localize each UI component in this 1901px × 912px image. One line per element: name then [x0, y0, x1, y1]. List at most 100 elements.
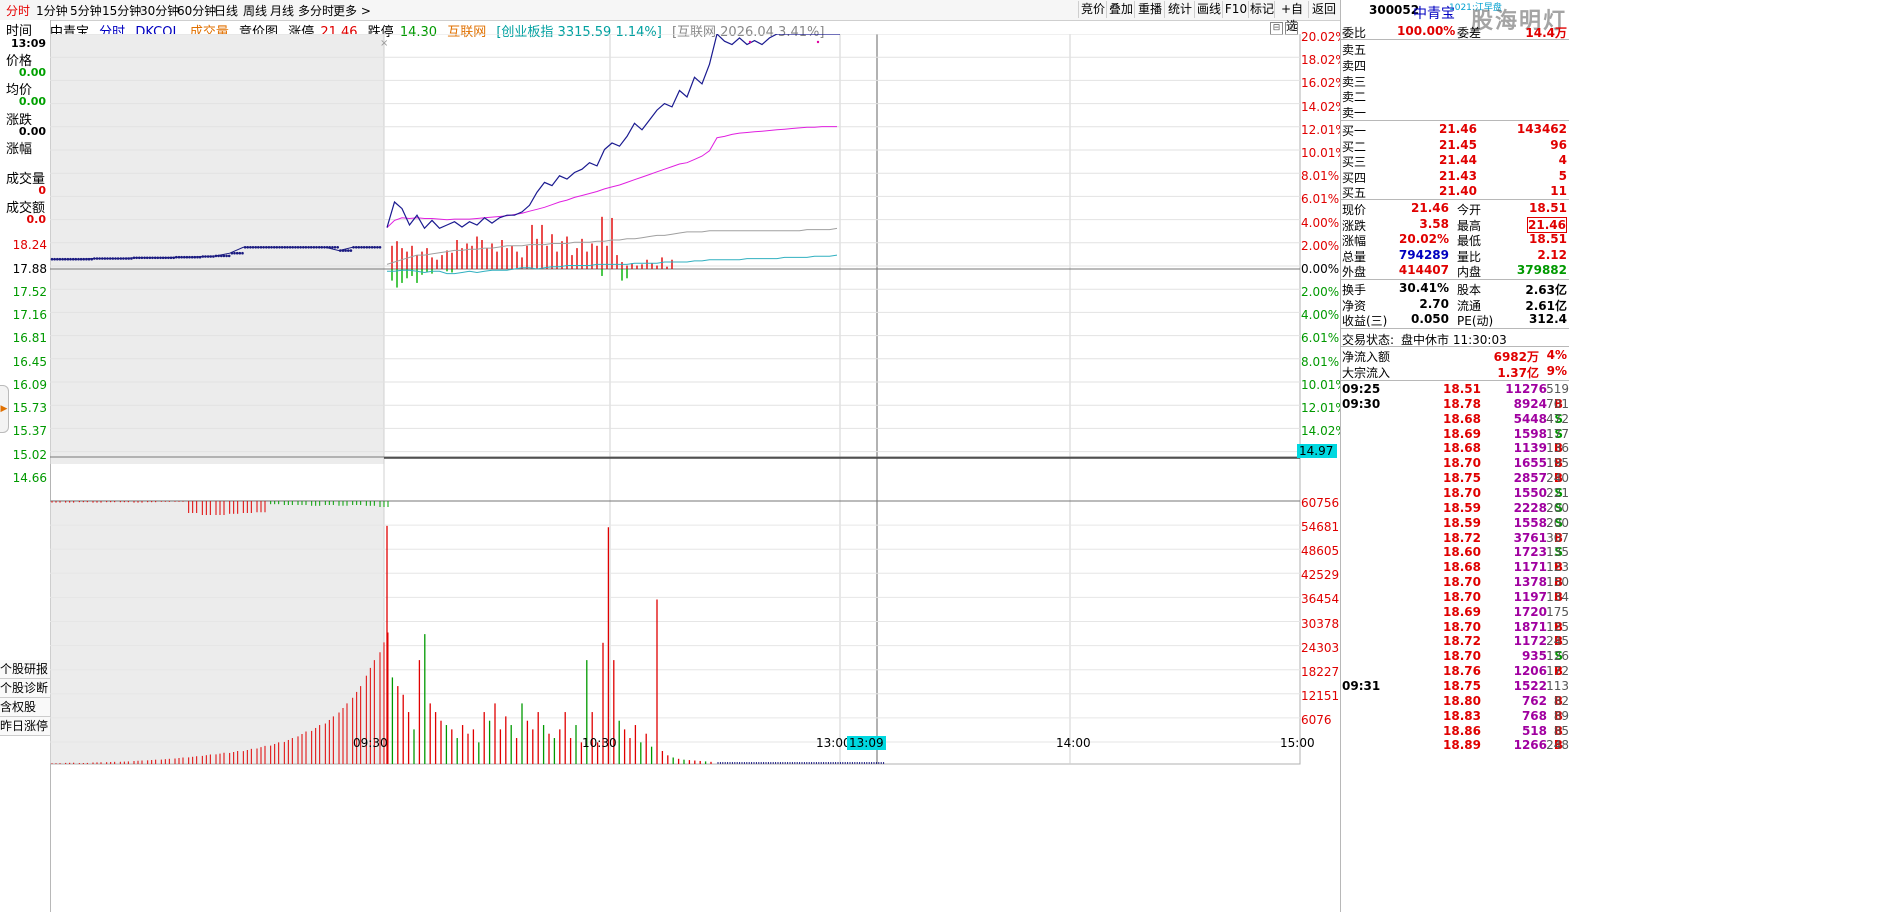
toolbar-button-4[interactable]: 画线	[1194, 1, 1223, 18]
period-tab-6[interactable]: 日线	[214, 2, 238, 19]
tick-row[interactable]: 18.69 1720 175	[1341, 605, 1569, 620]
auction-price-point	[153, 256, 157, 260]
auction-price-point	[204, 255, 207, 258]
flow-pct: 9%	[1546, 363, 1567, 378]
auction-price-point	[294, 246, 297, 249]
tick-row[interactable]: 18.60 1723 S 135	[1341, 545, 1569, 560]
tick-row[interactable]: 18.70 1655 B 195	[1341, 456, 1569, 471]
tick-price: 18.70	[1443, 456, 1481, 471]
pct-tick: 2.00%	[1301, 238, 1340, 253]
auction-price-point	[227, 254, 231, 258]
toolbar-button-2[interactable]: 重播	[1134, 1, 1165, 18]
toolbar-button-8[interactable]: 返回	[1308, 1, 1339, 18]
period-tab-10[interactable]: 更多 >	[333, 2, 371, 19]
auction-price-point	[354, 246, 358, 249]
stat-value: 20.02%	[1399, 232, 1449, 247]
auction-price-point	[130, 257, 133, 260]
auction-price-point	[315, 246, 318, 249]
tick-price: 18.83	[1443, 708, 1481, 723]
collapse-handle[interactable]: ▶	[0, 385, 9, 433]
ask-row: 卖二	[1341, 88, 1569, 104]
crosshair-info-column: 时间 13:09 价格 0.00 均价 0.00 涨跌 0.00 涨幅 成交量 …	[0, 20, 51, 912]
volume-tick: 18227	[1301, 664, 1340, 679]
auction-close-icon[interactable]: ×	[380, 38, 388, 49]
auction-price-point	[333, 246, 337, 249]
auction-price-point	[71, 257, 75, 261]
tick-row[interactable]: 18.68 1139 B 136	[1341, 441, 1569, 456]
toolbar-button-1[interactable]: 叠加	[1106, 1, 1135, 18]
tick-count: 82	[1553, 693, 1569, 708]
toolbar-button-6[interactable]: 标记	[1248, 1, 1275, 18]
side-button-1[interactable]: 个股诊断	[0, 679, 50, 698]
auction-price-point	[288, 246, 292, 249]
auction-price-point	[339, 249, 342, 252]
side-button-3[interactable]: 昨日涨停	[0, 717, 50, 736]
tick-row[interactable]: 18.70 1197 B 134	[1341, 590, 1569, 605]
price-tick: 14.66	[12, 471, 47, 485]
period-tab-0[interactable]: 分时	[6, 2, 30, 19]
period-tab-5[interactable]: 60分钟	[177, 2, 216, 19]
tick-row[interactable]: 09:30 18.78 8924 B 701	[1341, 397, 1569, 412]
volume-tick: 54681	[1301, 520, 1340, 535]
bid-price: 21.46	[1439, 122, 1477, 136]
tick-row[interactable]: 18.76 1206 B 172	[1341, 664, 1569, 679]
auction-price-point	[331, 246, 334, 249]
tick-price: 18.80	[1443, 693, 1481, 708]
period-tab-1[interactable]: 1分钟	[36, 2, 68, 19]
intraday-chart[interactable]: ×	[50, 34, 1340, 898]
tick-price: 18.59	[1443, 515, 1481, 530]
auction-price-point	[185, 255, 189, 259]
price-tick: 15.37	[12, 424, 47, 438]
period-tab-9[interactable]: 多分时	[298, 2, 334, 19]
limit-marker	[816, 40, 820, 44]
toolbar-button-5[interactable]: F10	[1222, 1, 1249, 18]
pct-tick: 6.01%	[1301, 192, 1340, 207]
tick-row[interactable]: 18.80 762 B 82	[1341, 694, 1569, 709]
auction-price-point	[122, 257, 125, 260]
period-tab-4[interactable]: 30分钟	[140, 2, 179, 19]
period-tab-7[interactable]: 周线	[243, 2, 267, 19]
auction-price-point	[302, 246, 305, 249]
tick-row[interactable]: 18.59 2228 S 200	[1341, 501, 1569, 516]
bid-label: 买四	[1342, 170, 1367, 185]
pct-label: 涨幅	[6, 142, 33, 157]
tick-row[interactable]: 18.83 768 B 89	[1341, 709, 1569, 724]
tick-row[interactable]: 18.68 5448 S 472	[1341, 412, 1569, 427]
auction-price-point	[272, 246, 276, 249]
tick-row[interactable]: 18.75 2857 B 240	[1341, 471, 1569, 486]
tick-count: 701	[1546, 396, 1569, 411]
tick-row[interactable]: 18.69 1598 S 177	[1341, 427, 1569, 442]
period-tab-8[interactable]: 月线	[270, 2, 294, 19]
tick-row[interactable]: 18.59 1558 S 200	[1341, 516, 1569, 531]
ask-row: 卖三	[1341, 73, 1569, 89]
tick-row[interactable]: 09:25 18.51 11276 519	[1341, 382, 1569, 397]
toolbar-button-7[interactable]: +自选	[1274, 1, 1309, 33]
side-button-2[interactable]: 含权股	[0, 698, 50, 717]
tick-count: 150	[1546, 575, 1569, 590]
price-tick: 15.02	[12, 448, 47, 462]
tick-row[interactable]: 18.72 3761 B 307	[1341, 531, 1569, 546]
tick-row[interactable]: 18.72 1172 B 245	[1341, 634, 1569, 649]
stat-label: 外盘	[1342, 265, 1367, 280]
tick-row[interactable]: 18.70 1550 S 221	[1341, 486, 1569, 501]
period-tab-2[interactable]: 5分钟	[70, 2, 102, 19]
tick-row[interactable]: 18.86 518 B 85	[1341, 724, 1569, 739]
tick-row[interactable]: 09:31 18.75 1522 113	[1341, 679, 1569, 694]
tick-row[interactable]: 18.70 1871 B 125	[1341, 620, 1569, 635]
side-button-0[interactable]: 个股研报	[0, 660, 50, 679]
auction-price-point	[132, 256, 136, 260]
toolbar-button-3[interactable]: 统计	[1164, 1, 1195, 18]
tick-row[interactable]: 18.68 1171 B 123	[1341, 560, 1569, 575]
tick-count: 89	[1553, 708, 1569, 723]
tick-row[interactable]: 18.89 1266 B 248	[1341, 738, 1569, 753]
auction-price-point	[243, 246, 247, 249]
auction-price-point	[148, 256, 152, 260]
tick-row[interactable]: 18.70 935 S 126	[1341, 649, 1569, 664]
tick-count: 245	[1546, 634, 1569, 649]
stat-label: 量比	[1457, 249, 1482, 264]
tick-row[interactable]: 18.70 1378 B 150	[1341, 575, 1569, 590]
period-tab-3[interactable]: 15分钟	[102, 2, 141, 19]
auction-price-point	[362, 246, 366, 249]
auction-price-point	[50, 257, 54, 261]
toolbar-button-0[interactable]: 竞价	[1078, 1, 1107, 18]
